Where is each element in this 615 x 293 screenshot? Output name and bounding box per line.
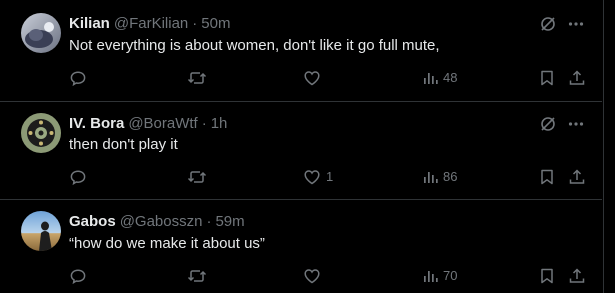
tweet-text: “how do we make it about us” xyxy=(69,235,265,252)
like-icon[interactable] xyxy=(302,67,322,89)
tweet-text: then don't play it xyxy=(69,136,178,153)
tweet[interactable]: Kilian @FarKilian · 50m Not everything i… xyxy=(0,0,602,102)
bookmark-icon[interactable] xyxy=(537,67,557,89)
share-icon[interactable] xyxy=(566,67,588,89)
separator-dot: · xyxy=(206,212,212,230)
avatar[interactable] xyxy=(21,211,61,251)
bookmark-icon[interactable] xyxy=(537,166,557,188)
tweet-actions: 48 xyxy=(0,67,602,89)
views-icon[interactable] xyxy=(420,166,440,188)
display-name[interactable]: Kilian xyxy=(69,15,110,32)
views-icon[interactable] xyxy=(420,265,440,287)
like-count: 1 xyxy=(326,169,334,184)
tweet-header: Gabos @Gabosszn · 59m xyxy=(69,211,245,231)
view-count: 48 xyxy=(443,70,458,85)
timestamp[interactable]: 59m xyxy=(215,213,244,230)
like-icon[interactable] xyxy=(302,265,322,287)
reply-icon[interactable] xyxy=(68,67,88,89)
grok-icon[interactable] xyxy=(538,114,558,134)
views-icon[interactable] xyxy=(420,67,440,89)
separator-dot: · xyxy=(201,114,207,132)
tweet-top-actions xyxy=(538,114,588,134)
bookmark-icon[interactable] xyxy=(537,265,557,287)
reply-icon[interactable] xyxy=(68,166,88,188)
timestamp[interactable]: 50m xyxy=(201,15,230,32)
share-icon[interactable] xyxy=(566,166,588,188)
tweet-actions: 70 xyxy=(0,265,602,287)
separator-dot: · xyxy=(192,14,198,32)
view-count: 86 xyxy=(443,169,458,184)
avatar-gabos-image xyxy=(21,211,61,251)
reply-feed: Kilian @FarKilian · 50m Not everything i… xyxy=(0,0,602,293)
reply-icon[interactable] xyxy=(68,265,88,287)
user-handle[interactable]: @Gabosszn xyxy=(120,213,203,230)
repost-icon[interactable] xyxy=(186,166,208,188)
avatar-kilian-image xyxy=(21,13,61,53)
avatar[interactable] xyxy=(21,113,61,153)
tweet-header: IV. Bora @BoraWtf · 1h xyxy=(69,113,227,133)
tweet[interactable]: IV. Bora @BoraWtf · 1h then don't play i… xyxy=(0,102,602,200)
scrollbar[interactable] xyxy=(603,0,615,293)
tweet[interactable]: Gabos @Gabosszn · 59m “how do we make it… xyxy=(0,200,602,293)
more-icon[interactable] xyxy=(566,14,586,34)
avatar[interactable] xyxy=(21,13,61,53)
user-handle[interactable]: @BoraWtf xyxy=(128,115,197,132)
display-name[interactable]: IV. Bora xyxy=(69,115,124,132)
more-icon[interactable] xyxy=(566,114,586,134)
tweet-actions: 1 86 xyxy=(0,166,602,188)
grok-icon[interactable] xyxy=(538,14,558,34)
tweet-top-actions xyxy=(538,14,588,34)
like-icon[interactable] xyxy=(302,166,322,188)
user-handle[interactable]: @FarKilian xyxy=(114,15,188,32)
share-icon[interactable] xyxy=(566,265,588,287)
display-name[interactable]: Gabos xyxy=(69,213,116,230)
avatar-bora-image xyxy=(21,113,61,153)
timestamp[interactable]: 1h xyxy=(211,115,228,132)
repost-icon[interactable] xyxy=(186,265,208,287)
repost-icon[interactable] xyxy=(186,67,208,89)
tweet-text: Not everything is about women, don't lik… xyxy=(69,37,440,54)
view-count: 70 xyxy=(443,268,458,283)
tweet-header: Kilian @FarKilian · 50m xyxy=(69,13,230,33)
